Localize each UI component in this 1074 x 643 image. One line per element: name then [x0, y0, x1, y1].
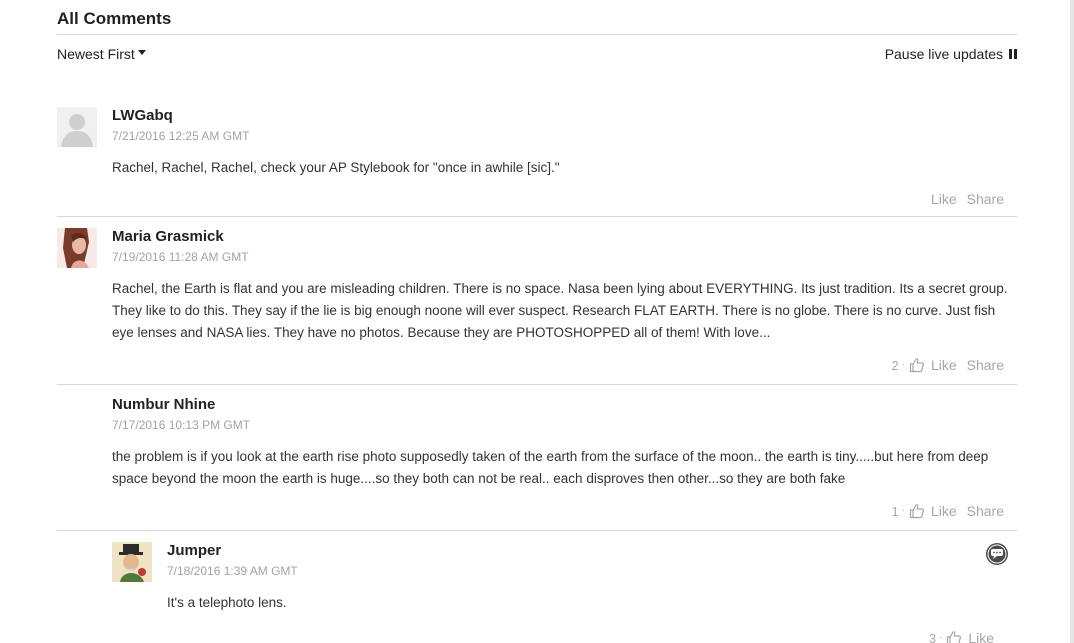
- pause-icon: [1009, 49, 1017, 59]
- comment-text: the problem is if you look at the earth …: [112, 449, 989, 486]
- scrollbar[interactable]: [1070, 0, 1074, 643]
- comment-actions: 3 · Like: [929, 629, 1004, 643]
- comment-author[interactable]: Jumper: [167, 542, 1017, 560]
- comment-actions: 1 · Like Share: [891, 502, 1004, 520]
- like-button[interactable]: Like: [931, 191, 957, 207]
- separator-dot: ·: [938, 632, 943, 643]
- comment-author[interactable]: LWGabq: [112, 107, 1017, 125]
- comment-timestamp: 7/19/2016 11:28 AM GMT: [112, 250, 249, 264]
- share-button[interactable]: Share: [967, 191, 1004, 207]
- chat-badge-icon[interactable]: [985, 542, 1009, 566]
- sort-dropdown[interactable]: Newest First: [57, 46, 146, 62]
- comment-body: Numbur Nhine 7/17/2016 10:13 PM GMT the …: [112, 396, 1017, 490]
- like-button[interactable]: Like: [931, 357, 957, 373]
- comments-header: All Comments Newest First Pause live upd…: [57, 8, 1017, 62]
- comment-author[interactable]: Maria Grasmick: [112, 228, 1017, 246]
- separator-dot: ·: [901, 505, 905, 516]
- default-avatar-icon[interactable]: [57, 107, 97, 147]
- comment-actions: Like Share: [931, 191, 1004, 207]
- comment-divider: [57, 384, 1017, 385]
- sort-label: Newest First: [57, 46, 135, 62]
- thumbs-up-icon[interactable]: [946, 630, 962, 643]
- comment-body: Maria Grasmick 7/19/2016 11:28 AM GMT Ra…: [112, 228, 1017, 344]
- comment-item: Maria Grasmick 7/19/2016 11:28 AM GMT Ra…: [57, 228, 1017, 378]
- comment-body: Jumper 7/18/2016 1:39 AM GMT It's a tele…: [167, 542, 1017, 614]
- user-avatar[interactable]: [57, 228, 97, 268]
- comment-text: Rachel, the Earth is flat and you are mi…: [112, 281, 1008, 340]
- comment-divider: [57, 530, 1017, 531]
- comment-author[interactable]: Numbur Nhine: [112, 396, 1017, 414]
- caret-down-icon: [137, 49, 146, 55]
- comment-timestamp: 7/18/2016 1:39 AM GMT: [167, 564, 298, 578]
- like-button[interactable]: Like: [931, 503, 957, 519]
- comments-controls: Newest First Pause live updates: [57, 46, 1017, 62]
- thumbs-up-icon[interactable]: [909, 357, 925, 373]
- pause-live-updates-button[interactable]: Pause live updates: [885, 46, 1017, 62]
- comments-page: All Comments Newest First Pause live upd…: [0, 0, 1074, 643]
- pause-label: Pause live updates: [884, 46, 1003, 62]
- page-title: All Comments: [57, 8, 1017, 35]
- comment-text: Rachel, Rachel, Rachel, check your AP St…: [112, 160, 560, 175]
- comment-body: LWGabq 7/21/2016 12:25 AM GMT Rachel, Ra…: [112, 107, 1017, 179]
- comment-actions: 2 · Like Share: [891, 356, 1004, 374]
- comment-divider: [57, 216, 1017, 217]
- user-avatar[interactable]: [112, 542, 152, 582]
- like-count: 3: [929, 632, 936, 643]
- comment-text: It's a telephoto lens.: [167, 595, 287, 610]
- comment-timestamp: 7/21/2016 12:25 AM GMT: [112, 129, 250, 143]
- separator-dot: ·: [901, 359, 905, 370]
- comment-item: Numbur Nhine 7/17/2016 10:13 PM GMT the …: [57, 396, 1017, 526]
- share-button[interactable]: Share: [967, 503, 1004, 519]
- comment-timestamp: 7/17/2016 10:13 PM GMT: [112, 418, 251, 432]
- like-button[interactable]: Like: [968, 630, 994, 643]
- comment-item: LWGabq 7/21/2016 12:25 AM GMT Rachel, Ra…: [57, 107, 1017, 212]
- like-count: 2: [891, 359, 899, 373]
- reply-item: Jumper 7/18/2016 1:39 AM GMT It's a tele…: [112, 542, 1017, 643]
- like-count: 1: [891, 505, 899, 519]
- thumbs-up-icon[interactable]: [909, 503, 925, 519]
- share-button[interactable]: Share: [967, 357, 1004, 373]
